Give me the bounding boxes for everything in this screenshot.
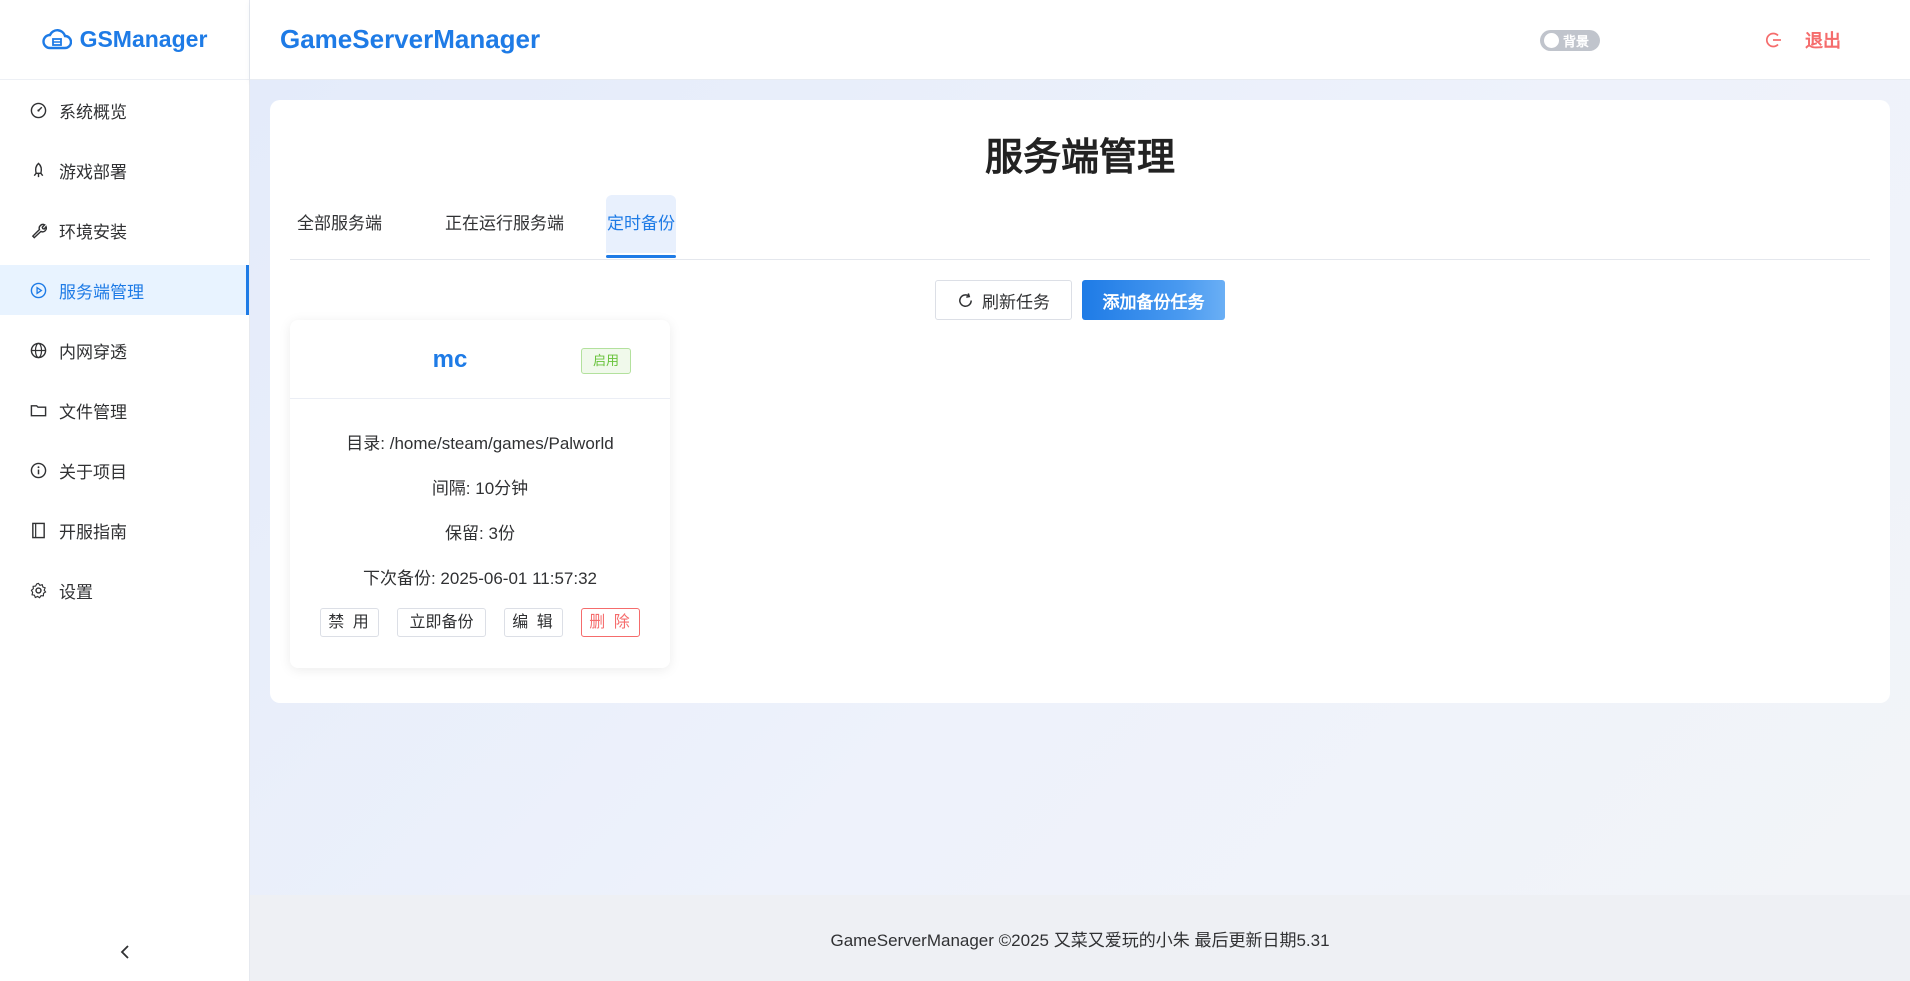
status-badge: 启用 [581, 348, 631, 374]
sidebar-item-deploy[interactable]: 游戏部署 [0, 145, 249, 195]
sidebar-item-label: 环境安装 [59, 222, 127, 242]
sidebar: GSManager 系统概览 游戏部署 环境安装 服务端管理 内网穿透 文件管理… [0, 0, 250, 981]
folder-icon [29, 401, 47, 419]
sidebar-item-label: 系统概览 [59, 102, 127, 122]
footer-text: GameServerManager ©2025 又菜又爱玩的小朱 最后更新日期5… [830, 930, 1330, 950]
sidebar-item-label: 游戏部署 [59, 162, 127, 182]
backup-task-card: mc 启用 目录: /home/steam/games/Palworld 间隔:… [290, 320, 670, 668]
sidebar-item-label: 文件管理 [59, 402, 127, 422]
sidebar-item-label: 服务端管理 [59, 282, 144, 302]
dashboard-icon [29, 101, 47, 119]
refresh-tasks-button[interactable]: 刷新任务 [935, 280, 1072, 320]
sidebar-item-guide[interactable]: 开服指南 [0, 505, 249, 555]
sidebar-item-about[interactable]: 关于项目 [0, 445, 249, 495]
background-toggle[interactable]: 背景 [1540, 30, 1600, 51]
tab-scheduled-backup[interactable]: 定时备份 [606, 195, 676, 258]
refresh-icon [959, 292, 972, 307]
sidebar-item-environment[interactable]: 环境安装 [0, 205, 249, 255]
refresh-tasks-label: 刷新任务 [982, 292, 1050, 312]
sidebar-item-label: 内网穿透 [59, 342, 127, 362]
sidebar-collapse-button[interactable] [0, 923, 250, 981]
brand[interactable]: GSManager [0, 0, 249, 80]
add-backup-task-button[interactable]: 添加备份任务 [1082, 280, 1225, 320]
gear-icon [29, 581, 47, 599]
tab-bar: 全部服务端 正在运行服务端 定时备份 [290, 195, 1870, 260]
logout-label: 退出 [1805, 31, 1841, 51]
card-interval: 间隔: 10分钟 [431, 479, 529, 498]
play-circle-icon [29, 281, 47, 299]
sidebar-item-label: 开服指南 [59, 522, 127, 542]
tab-running-servers[interactable]: 正在运行服务端 [444, 195, 565, 253]
logout-button[interactable]: 退出 [1765, 27, 1841, 53]
backup-now-button[interactable]: 立即备份 [397, 608, 486, 637]
rocket-icon [29, 161, 47, 179]
sidebar-item-tunnel[interactable]: 内网穿透 [0, 325, 249, 375]
sidebar-menu: 系统概览 游戏部署 环境安装 服务端管理 内网穿透 文件管理 关于项目 开服指南… [0, 85, 249, 615]
info-icon [29, 461, 47, 479]
sidebar-item-label: 设置 [59, 582, 93, 602]
disable-button[interactable]: 禁 用 [320, 608, 379, 637]
brand-name: GSManager [79, 26, 208, 52]
tab-all-servers[interactable]: 全部服务端 [296, 195, 383, 253]
logout-icon [1766, 32, 1781, 48]
top-header: GameServerManager 背景 退出 [250, 0, 1910, 80]
edit-button[interactable]: 编 辑 [504, 608, 563, 637]
cloud-server-icon [41, 28, 72, 49]
card-directory: 目录: /home/steam/games/Palworld [346, 434, 614, 453]
toggle-knob [1544, 33, 1559, 48]
chevron-left-icon [120, 945, 129, 959]
sidebar-item-server-management[interactable]: 服务端管理 [0, 265, 249, 315]
card-retain: 保留: 3份 [445, 524, 515, 543]
footer: GameServerManager ©2025 又菜又爱玩的小朱 最后更新日期5… [250, 895, 1910, 981]
sidebar-item-files[interactable]: 文件管理 [0, 385, 249, 435]
sidebar-item-label: 关于项目 [59, 462, 127, 482]
sidebar-item-overview[interactable]: 系统概览 [0, 85, 249, 135]
background-toggle-label: 背景 [1563, 34, 1590, 49]
app-title: GameServerManager [280, 24, 541, 54]
globe-icon [29, 341, 47, 359]
server-management-panel: 服务端管理 全部服务端 正在运行服务端 定时备份 刷新任务 添加备份任务 mc … [270, 100, 1890, 703]
delete-button[interactable]: 删 除 [581, 608, 640, 637]
card-server-name: mc [432, 346, 468, 373]
wrench-icon [29, 221, 47, 239]
card-header: mc 启用 [290, 320, 670, 399]
card-next-backup: 下次备份: 2025-06-01 11:57:32 [362, 569, 598, 588]
sidebar-item-settings[interactable]: 设置 [0, 565, 249, 615]
book-icon [29, 521, 47, 539]
page-title: 服务端管理 [984, 137, 1175, 179]
